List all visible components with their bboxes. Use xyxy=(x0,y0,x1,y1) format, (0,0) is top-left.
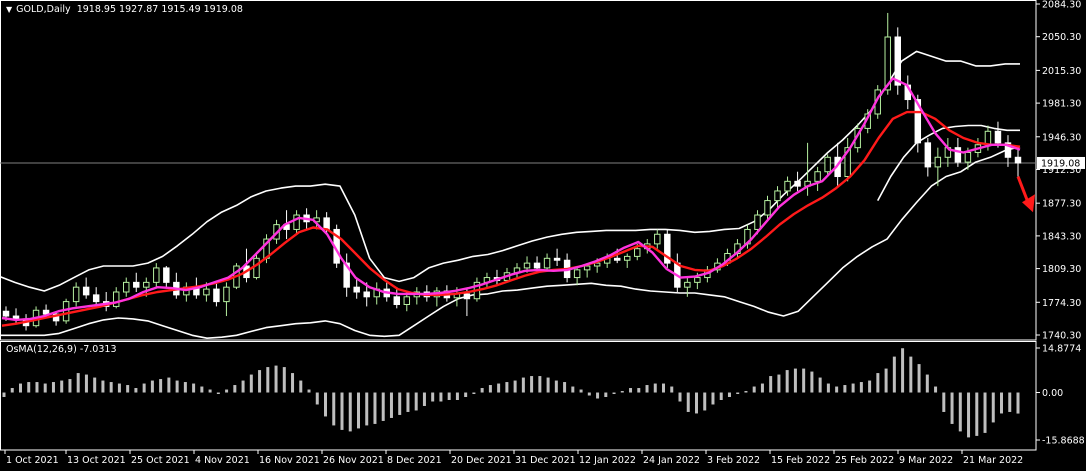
osma-y-tick-label: -15.8688 xyxy=(1042,436,1085,447)
x-tick-label: 15 Feb 2022 xyxy=(771,455,830,466)
bear-candle xyxy=(553,257,561,261)
bollinger-bands xyxy=(0,50,1021,340)
price-panel-frame xyxy=(0,0,1037,341)
bear-candle xyxy=(393,296,401,305)
bull-candle xyxy=(623,255,631,261)
bull-candle xyxy=(253,257,260,279)
bull-candle xyxy=(684,281,691,288)
price-y-tick-label: 1877.30 xyxy=(1042,199,1081,210)
price-y-tick-label: 1843.30 xyxy=(1042,231,1081,242)
bull-candle xyxy=(72,286,80,303)
bear-candle xyxy=(613,257,621,261)
x-tick-label: 3 Feb 2022 xyxy=(707,455,760,466)
bull-candle xyxy=(123,281,130,293)
bull-candle xyxy=(112,291,120,307)
bear-candle xyxy=(133,281,140,288)
x-tick-label: 25 Feb 2022 xyxy=(835,455,894,466)
osma-y-tick-label: 14.8774 xyxy=(1042,344,1081,355)
x-tick-label: 12 Jan 2022 xyxy=(579,455,636,466)
bear-candle xyxy=(533,262,541,269)
price-y-tick-label: 1740.30 xyxy=(1042,331,1081,342)
x-tick-label: 8 Dec 2021 xyxy=(387,455,442,466)
bear-candle xyxy=(163,267,170,283)
bull-candle xyxy=(984,130,992,146)
bull-candle xyxy=(694,277,701,283)
bull-candle xyxy=(143,281,150,288)
bear-candle xyxy=(994,130,1002,144)
osma-panel-header: OsMA(12,26,9) -7.0313 xyxy=(6,344,117,355)
x-tick-label: 13 Oct 2021 xyxy=(67,455,126,466)
x-tick-label: 16 Nov 2021 xyxy=(259,455,320,466)
moving-averages xyxy=(1,77,1035,327)
bull-candle xyxy=(654,233,661,245)
bull-candle xyxy=(824,156,831,173)
bull-candle xyxy=(583,265,591,271)
bull-candle xyxy=(774,190,781,202)
x-tick-label: 31 Dec 2021 xyxy=(515,455,576,466)
bull-candle xyxy=(153,267,160,283)
bull-candle xyxy=(203,288,210,296)
bull-candle xyxy=(223,286,230,303)
bear-candle xyxy=(1014,156,1022,164)
bull-candle xyxy=(934,156,942,168)
x-tick-label: 21 Mar 2022 xyxy=(963,455,1023,466)
bull-candle xyxy=(964,151,972,163)
price-y-tick-label: 1981.30 xyxy=(1042,99,1081,110)
price-y-tick-label: 2050.30 xyxy=(1042,32,1081,43)
bollinger-upper xyxy=(0,50,1020,292)
bull-candle xyxy=(403,296,411,305)
bear-candle xyxy=(82,286,90,296)
down-arrow-head xyxy=(1022,194,1035,213)
price-panel-header: ▼ GOLD,Daily 1918.95 1927.87 1915.49 1919… xyxy=(6,4,243,15)
bull-candle xyxy=(573,269,581,279)
grid-layer xyxy=(0,0,1037,451)
x-tick-label: 26 Nov 2021 xyxy=(323,455,384,466)
slow-ma-line xyxy=(1,110,1021,327)
price-y-tick-label: 1809.30 xyxy=(1042,264,1081,275)
x-tick-label: 25 Oct 2021 xyxy=(131,455,190,466)
price-y-tick-label: 1946.30 xyxy=(1042,132,1081,143)
bear-candle xyxy=(353,286,360,293)
axes: 2084.302050.302015.301981.301946.301912.… xyxy=(4,0,1085,466)
bear-candle xyxy=(323,217,330,230)
candlesticks xyxy=(2,12,1022,331)
x-tick-label: 4 Nov 2021 xyxy=(195,455,250,466)
bear-candle xyxy=(924,142,932,168)
bull-candle xyxy=(523,262,531,269)
x-tick-label: 9 Mar 2022 xyxy=(899,455,953,466)
bull-candle xyxy=(634,248,641,257)
price-y-tick-label: 2015.30 xyxy=(1042,66,1081,77)
price-y-tick-label: 1774.30 xyxy=(1042,298,1081,309)
bear-candle xyxy=(794,180,801,187)
bear-candle xyxy=(213,288,220,303)
bollinger-lower xyxy=(0,145,1021,340)
bear-candle xyxy=(894,36,901,86)
bear-candle xyxy=(2,310,10,317)
x-tick-label: 20 Dec 2021 xyxy=(451,455,512,466)
ohlc-values: 1918.95 1927.87 1915.49 1919.08 xyxy=(76,4,243,15)
osma-panel-frame xyxy=(0,341,1037,451)
current-price-label: 1919.08 xyxy=(1041,158,1080,169)
symbol-label: GOLD,Daily xyxy=(16,4,71,15)
x-tick-label: 24 Jan 2022 xyxy=(643,455,700,466)
bear-candle xyxy=(463,293,471,300)
bull-candle xyxy=(764,200,771,216)
osma-histogram xyxy=(2,348,1020,438)
price-y-tick-label: 2084.30 xyxy=(1042,0,1081,11)
bull-candle xyxy=(754,214,761,230)
chart-canvas: 2084.302050.302015.301981.301946.301912.… xyxy=(0,0,1085,466)
bull-candle xyxy=(543,257,551,269)
bull-candle xyxy=(814,171,821,182)
bear-candle xyxy=(363,291,370,298)
down-arrow-shaft xyxy=(1016,175,1030,203)
osma-y-tick-label: 0.00 xyxy=(1042,388,1063,399)
bear-candle xyxy=(92,294,100,303)
bull-candle xyxy=(784,180,791,192)
caret-down-icon[interactable]: ▼ xyxy=(6,5,12,14)
x-tick-label: 1 Oct 2021 xyxy=(6,455,59,466)
